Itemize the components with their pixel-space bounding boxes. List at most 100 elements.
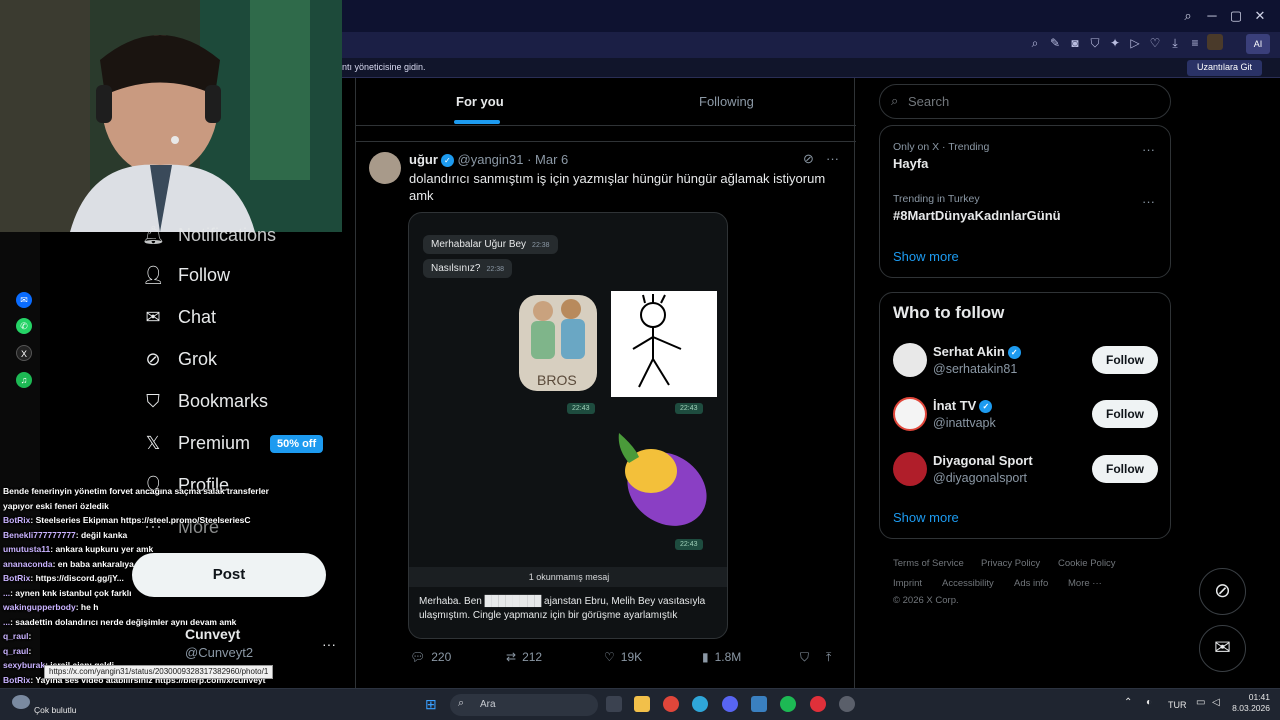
nav-bookmarks[interactable]: ⛉ Bookmarks xyxy=(142,391,268,412)
zoom-icon[interactable]: ⌕ xyxy=(1027,36,1043,51)
footer-link[interactable]: Privacy Policy xyxy=(981,558,1040,569)
menu-icon[interactable]: ≡ xyxy=(1187,36,1203,50)
download-icon[interactable]: ⤓ xyxy=(1167,36,1183,51)
nav-follow[interactable]: 👤︎ Follow xyxy=(142,265,230,286)
trends-show-more[interactable]: Show more xyxy=(893,249,959,264)
opera-icon[interactable] xyxy=(810,696,826,712)
language-indicator[interactable]: TUR xyxy=(1168,700,1187,710)
search-input[interactable]: Search xyxy=(879,84,1171,119)
messages-fab[interactable]: ✉ xyxy=(1199,625,1246,672)
footer-link[interactable]: Ads info xyxy=(1014,578,1048,589)
nav-premium[interactable]: 𝕏 Premium 50% off xyxy=(142,433,324,454)
bookmark-button[interactable]: ⛉ xyxy=(800,650,809,665)
tweet-avatar[interactable] xyxy=(369,152,401,184)
footer-link[interactable]: More ··· xyxy=(1068,578,1102,589)
search-icon[interactable]: ⌕ xyxy=(1179,8,1197,24)
grok-explain-icon[interactable]: ⊘ xyxy=(803,151,814,167)
spotify-icon[interactable] xyxy=(780,696,796,712)
extension-icon[interactable]: ✦ xyxy=(1107,36,1123,50)
whatsapp-icon[interactable]: ✆ xyxy=(16,318,32,334)
maximize-button[interactable]: ▢ xyxy=(1227,8,1245,24)
tweet-author-handle[interactable]: @yangin31 xyxy=(458,152,524,167)
chat-message: q_raul: xyxy=(3,646,31,656)
repost-button[interactable]: ⇄ 212 xyxy=(506,650,542,664)
volume-icon[interactable]: ◁ xyxy=(1212,697,1220,708)
suggested-account-name[interactable]: Serhat Akin ✓ xyxy=(933,344,1021,360)
follow-button[interactable]: Follow xyxy=(1092,455,1158,483)
url-tooltip: https://x.com/yangin31/status/2030009328… xyxy=(44,665,274,679)
network-icon[interactable]: ◐ xyxy=(1146,697,1152,708)
account-more-icon[interactable]: ··· xyxy=(322,636,336,652)
tab-following[interactable]: Following xyxy=(699,94,754,109)
trend-more-icon[interactable]: ··· xyxy=(1142,194,1155,209)
footer-link[interactable]: Terms of Service xyxy=(893,558,964,569)
heart-icon[interactable]: ♡ xyxy=(1147,36,1163,50)
file-explorer-icon[interactable] xyxy=(634,696,650,712)
views-button[interactable]: ▮ 1.8M xyxy=(702,650,741,664)
chat-text: : değil kanka xyxy=(75,529,128,540)
suggested-account-name[interactable]: Diyagonal Sport xyxy=(933,453,1033,468)
message-time: 22:43 xyxy=(675,403,703,414)
display-icon[interactable]: ▭ xyxy=(1196,697,1205,708)
avatar[interactable] xyxy=(893,397,927,431)
shield-icon[interactable]: ⛉ xyxy=(1087,36,1103,51)
tweet-media[interactable]: Merhabalar Uğur Bey 22:38 Nasılsınız? 22:3… xyxy=(408,212,728,639)
weather-icon[interactable] xyxy=(12,695,30,709)
task-view-icon[interactable] xyxy=(606,696,622,712)
nav-chat[interactable]: ✉ Chat xyxy=(142,307,216,328)
chat-username: umutusta11 xyxy=(3,544,51,554)
follow-button[interactable]: Follow xyxy=(1092,400,1158,428)
footer-link[interactable]: Accessibility xyxy=(942,578,994,589)
chrome-icon[interactable] xyxy=(663,696,679,712)
who-to-follow-show-more[interactable]: Show more xyxy=(893,510,959,525)
like-button[interactable]: ♡ 19K xyxy=(604,650,642,664)
footer-link[interactable]: Cookie Policy xyxy=(1058,558,1116,569)
taskbar-search[interactable]: Ara xyxy=(450,694,598,716)
ai-button[interactable]: AI xyxy=(1246,34,1270,54)
trend-item[interactable]: Trending in Turkey #8MartDünyaKadınlarGü… xyxy=(893,193,1061,223)
tab-for-you[interactable]: For you xyxy=(456,94,504,109)
trend-more-icon[interactable]: ··· xyxy=(1142,142,1155,157)
chat-text: : Steelseries Ekipman https://steel.prom… xyxy=(30,515,251,525)
footer-link[interactable]: Imprint xyxy=(893,578,922,589)
edit-icon[interactable]: ✎ xyxy=(1047,36,1063,50)
discord-icon[interactable] xyxy=(722,696,738,712)
reply-button[interactable]: 💬︎ 220 xyxy=(410,650,451,664)
suggested-account-name[interactable]: İnat TV ✓ xyxy=(933,398,993,414)
follow-button[interactable]: Follow xyxy=(1092,346,1158,374)
trend-item[interactable]: Only on X · Trending Hayfa xyxy=(893,141,989,171)
post-button[interactable]: Post xyxy=(132,553,326,597)
chevron-up-icon[interactable]: ⌃ xyxy=(1124,697,1132,708)
nav-notifications[interactable]: 🔔︎ Notifications xyxy=(142,225,276,246)
profile-avatar[interactable] xyxy=(1207,34,1223,50)
tweet-date[interactable]: · Mar 6 xyxy=(527,152,568,167)
start-icon[interactable]: ⊞ xyxy=(425,696,441,712)
spotify-icon[interactable]: ♫ xyxy=(16,372,32,388)
tweet-more-icon[interactable]: ··· xyxy=(826,151,839,166)
verified-icon: ✓ xyxy=(440,154,454,168)
tweet-author-name[interactable]: uğur xyxy=(409,152,438,167)
camera-icon[interactable]: ◙ xyxy=(1067,36,1083,50)
clock[interactable]: 01:41 8.03.2026 xyxy=(1226,692,1270,714)
chat-username: q_raul xyxy=(3,631,29,641)
weather-text[interactable]: Çok bulutlu xyxy=(34,705,77,715)
app-icon[interactable] xyxy=(751,696,767,712)
settings-icon[interactable] xyxy=(839,696,855,712)
nav-grok[interactable]: ⊘ Grok xyxy=(142,349,217,370)
webcam-overlay xyxy=(0,0,342,232)
close-button[interactable]: ✕ xyxy=(1251,8,1269,24)
play-icon[interactable]: ▷ xyxy=(1127,36,1143,50)
grok-fab[interactable]: ⊘ xyxy=(1199,568,1246,615)
messenger-icon[interactable]: ✉ xyxy=(16,292,32,308)
account-switcher[interactable]: Cunveyt @Cunveyt2 xyxy=(185,626,253,660)
avatar[interactable] xyxy=(893,452,927,486)
x-icon[interactable]: X xyxy=(16,345,32,361)
chat-message: q_raul: xyxy=(3,631,31,641)
edge-icon[interactable] xyxy=(692,696,708,712)
chat-message: ...: saadettin dolandırıcı nerde değişim… xyxy=(3,617,236,627)
extensions-button[interactable]: Uzantılara Git xyxy=(1186,60,1262,76)
who-to-follow-title: Who to follow xyxy=(893,303,1005,322)
minimize-button[interactable]: ─ xyxy=(1203,8,1221,23)
avatar[interactable] xyxy=(893,343,927,377)
share-button[interactable]: ⤒ xyxy=(826,650,831,665)
